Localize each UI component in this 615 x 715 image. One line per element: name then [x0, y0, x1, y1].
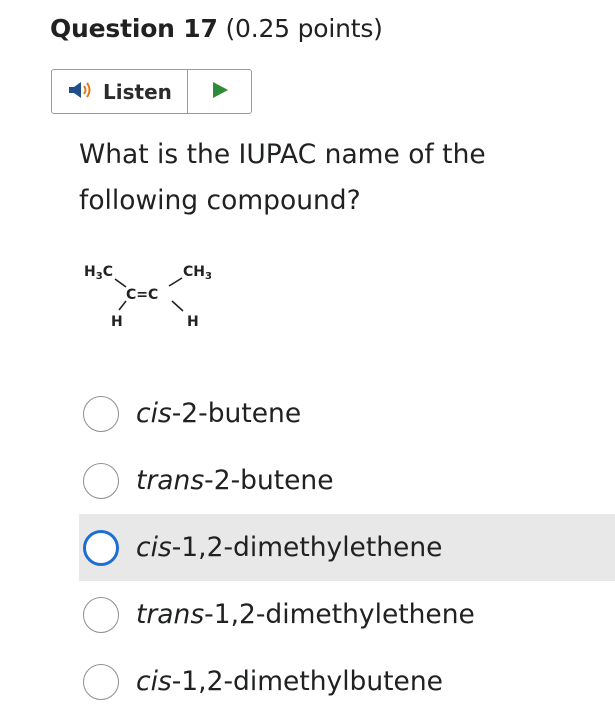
molecule-bottom-right: H: [187, 314, 199, 330]
molecule-top-left: H3C: [84, 264, 113, 282]
molecule-center: C=C: [126, 287, 158, 303]
option-label: trans-2-butene: [136, 465, 334, 496]
radio-button[interactable]: [83, 596, 119, 633]
listen-label: Listen: [103, 79, 172, 104]
molecule-top-right: CH3: [183, 264, 212, 282]
option-label: cis-2-butene: [136, 398, 302, 429]
option-1[interactable]: cis-2-butene: [79, 380, 615, 447]
radio-button[interactable]: [83, 462, 119, 499]
question-number: Question 17: [50, 14, 218, 43]
molecule-bottom-left: H: [111, 314, 123, 330]
option-4[interactable]: trans-1,2-dimethylethene: [79, 581, 615, 648]
radio-button[interactable]: [83, 663, 119, 700]
speaker-icon: [67, 80, 93, 104]
option-label: cis-1,2-dimethylbutene: [136, 666, 443, 697]
option-5[interactable]: cis-1,2-dimethylbutene: [79, 648, 615, 715]
option-label: trans-1,2-dimethylethene: [136, 599, 475, 630]
option-3[interactable]: cis-1,2-dimethylethene: [79, 514, 615, 581]
answer-options: cis-2-butene trans-2-butene cis-1,2-dime…: [79, 380, 615, 715]
question-prompt: What is the IUPAC name of the following …: [79, 139, 486, 216]
option-2[interactable]: trans-2-butene: [79, 447, 615, 514]
question-points: (0.25 points): [225, 14, 383, 43]
play-icon: [211, 81, 229, 103]
question-header: Question 17 (0.25 points): [50, 14, 383, 43]
play-button[interactable]: [188, 70, 251, 113]
molecule-structure: H3C C=C CH3 H H: [82, 254, 242, 334]
radio-button[interactable]: [83, 529, 119, 566]
listen-button[interactable]: Listen: [52, 70, 188, 113]
option-label: cis-1,2-dimethylethene: [136, 532, 443, 563]
radio-button[interactable]: [83, 395, 119, 432]
listen-widget: Listen: [51, 69, 252, 114]
